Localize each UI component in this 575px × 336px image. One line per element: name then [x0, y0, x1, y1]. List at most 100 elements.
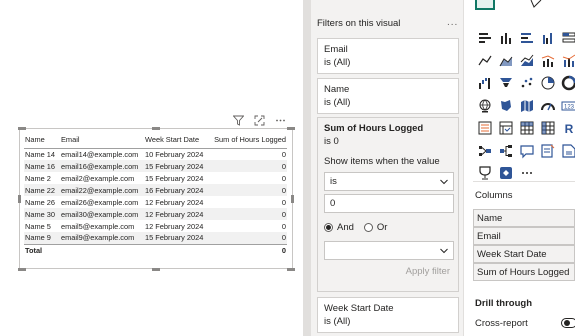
more-options-icon[interactable]: ...: [447, 17, 458, 28]
cell-email: email16@example.com: [60, 160, 144, 172]
table-icon[interactable]: [516, 117, 537, 140]
area-chart-icon[interactable]: [495, 50, 516, 73]
cell-name: Name 14: [25, 149, 55, 159]
filter-field-name: Week Start Date: [324, 303, 394, 314]
line-chart-icon[interactable]: [474, 50, 495, 73]
cell-hours: 0: [208, 232, 287, 244]
table-row[interactable]: Name 2 email2@example.com 15 February 20…: [24, 172, 287, 184]
and-label: And: [337, 221, 354, 233]
resize-handle[interactable]: [152, 268, 160, 271]
cell-name: Name 5: [25, 221, 51, 231]
paginated-report-icon[interactable]: [558, 140, 575, 163]
column-field-name[interactable]: Name: [473, 209, 575, 227]
filter-state: is 0: [324, 136, 339, 147]
report-canvas: Name Email Week Start Date Sum of Hours …: [0, 0, 303, 336]
resize-handle[interactable]: [287, 268, 295, 271]
scatter-chart-icon[interactable]: [516, 72, 537, 95]
table-row[interactable]: Name 14 email14@example.com 10 February …: [24, 148, 287, 160]
column-header-name[interactable]: Name: [24, 131, 60, 149]
column-field-sum-of-hours-logged[interactable]: Sum of Hours Logged: [473, 263, 575, 281]
focus-mode-icon[interactable]: [253, 114, 266, 127]
chevron-down-icon: [440, 247, 448, 255]
resize-handle[interactable]: [18, 127, 26, 130]
map-icon[interactable]: [474, 95, 495, 118]
second-condition-operator-dropdown[interactable]: [324, 241, 454, 260]
format-visual-icon[interactable]: [529, 0, 543, 12]
cell-name: Name 22: [24, 184, 60, 196]
r-visual-icon[interactable]: R: [558, 117, 575, 140]
column-header-email[interactable]: Email: [60, 131, 144, 149]
resize-handle[interactable]: [291, 195, 294, 203]
table-header-row: Name Email Week Start Date Sum of Hours …: [24, 131, 287, 149]
filter-card-sum-of-hours-logged[interactable]: Sum of Hours Logged is 0 Show items when…: [317, 117, 459, 292]
svg-text:R: R: [564, 122, 573, 136]
smart-narrative-icon[interactable]: [537, 140, 558, 163]
cell-email: email9@example.com: [60, 232, 144, 244]
stacked-column-chart-icon[interactable]: [495, 27, 516, 50]
resize-handle[interactable]: [18, 268, 26, 271]
filter-state: is (All): [324, 97, 351, 108]
radio-selected-icon: [324, 222, 333, 232]
clustered-bar-chart-icon[interactable]: [516, 27, 537, 50]
apply-filter-button[interactable]: Apply filter: [324, 266, 452, 277]
column-header-week-start-date[interactable]: Week Start Date: [144, 131, 208, 149]
azure-map-icon[interactable]: [516, 95, 537, 118]
table-row[interactable]: Name 5 email5@example.com 12 February 20…: [24, 220, 287, 232]
resize-handle[interactable]: [287, 127, 295, 130]
radio-unselected-icon: [363, 222, 373, 232]
filter-field-name: Email: [324, 44, 348, 55]
filter-card-email[interactable]: Email is (All): [317, 38, 459, 74]
table-visual[interactable]: Name Email Week Start Date Sum of Hours …: [19, 128, 293, 269]
cell-week-start-date: 12 February 2024: [145, 221, 204, 231]
column-field-email[interactable]: Email: [473, 227, 575, 245]
table-row[interactable]: Name 9 email9@example.com 15 February 20…: [24, 232, 287, 244]
condition-operator-dropdown[interactable]: is: [324, 172, 454, 191]
cell-name: Name 2: [25, 173, 51, 183]
build-visual-tab[interactable]: [475, 0, 495, 10]
decomposition-tree-icon[interactable]: [495, 140, 516, 163]
drill-through-heading: Drill through: [475, 298, 532, 309]
more-options-icon[interactable]: [274, 114, 287, 127]
donut-chart-icon[interactable]: [558, 72, 575, 95]
pie-chart-icon[interactable]: [537, 72, 558, 95]
clustered-column-chart-icon[interactable]: [537, 27, 558, 50]
filter-icon[interactable]: [232, 114, 245, 127]
filter-field-name: Name: [324, 84, 350, 95]
qa-icon[interactable]: [516, 140, 537, 163]
table-row[interactable]: Name 30 email30@example.com 12 February …: [24, 208, 287, 220]
total-label: Total: [24, 243, 60, 257]
report-editor: Name Email Week Start Date Sum of Hours …: [0, 0, 575, 336]
resize-handle[interactable]: [18, 195, 21, 203]
table-row[interactable]: Name 22 email22@example.com 16 February …: [24, 184, 287, 196]
resize-handle[interactable]: [152, 127, 160, 130]
stacked-area-chart-icon[interactable]: [516, 50, 537, 73]
filter-card-week-start-date[interactable]: Week Start Date is (All): [317, 297, 459, 333]
100-stacked-bar-chart-icon[interactable]: [558, 27, 575, 50]
stacked-bar-chart-icon[interactable]: [474, 27, 495, 50]
visual-types-gallery: 123 R: [474, 27, 575, 185]
condition-value-input[interactable]: 0: [324, 194, 454, 213]
filled-map-icon[interactable]: [495, 95, 516, 118]
column-field-week-start-date[interactable]: Week Start Date: [473, 245, 575, 263]
card-icon[interactable]: 123: [558, 95, 575, 118]
cell-week-start-date: 16 February 2024: [144, 184, 208, 196]
line-and-clustered-column-chart-icon[interactable]: [558, 50, 575, 73]
or-radio[interactable]: Or: [363, 222, 387, 233]
gauge-icon[interactable]: [537, 95, 558, 118]
cross-report-toggle[interactable]: [561, 318, 575, 328]
filter-card-name[interactable]: Name is (All): [317, 78, 459, 114]
cell-week-start-date: 12 February 2024: [145, 197, 204, 207]
multi-row-card-icon[interactable]: [474, 117, 495, 140]
table-row[interactable]: Name 26 email26@example.com 12 February …: [24, 196, 287, 208]
waterfall-chart-icon[interactable]: [474, 72, 495, 95]
slicer-icon[interactable]: [495, 117, 516, 140]
table-row[interactable]: Name 16 email16@example.com 15 February …: [24, 160, 287, 172]
funnel-chart-icon[interactable]: [495, 72, 516, 95]
column-header-sum-of-hours-logged[interactable]: Sum of Hours Logged: [208, 131, 287, 149]
filter-state: is (All): [324, 57, 351, 68]
matrix-icon[interactable]: [537, 117, 558, 140]
line-and-stacked-column-chart-icon[interactable]: [537, 50, 558, 73]
key-influencers-icon[interactable]: [474, 140, 495, 163]
and-radio[interactable]: And: [324, 222, 354, 233]
show-items-label: Show items when the value: [324, 156, 440, 167]
